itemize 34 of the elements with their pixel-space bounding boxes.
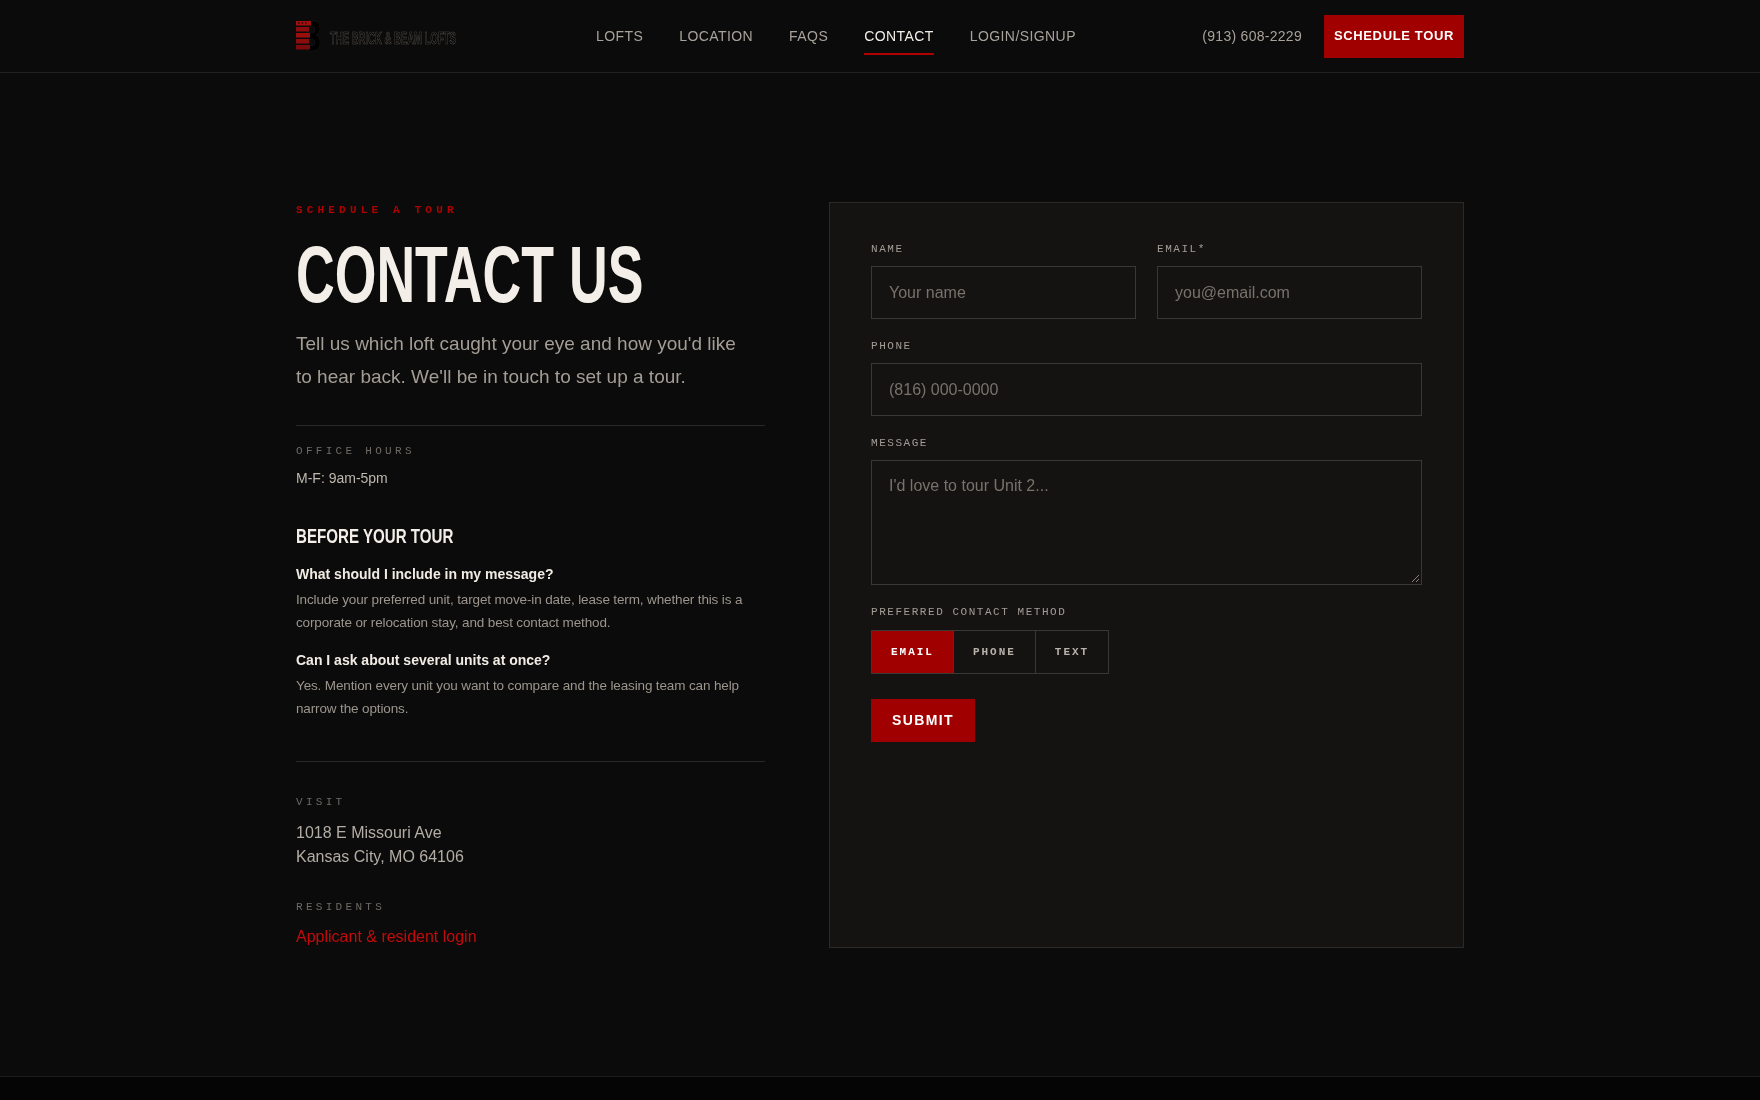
page-title: CONTACT US — [296, 235, 644, 315]
resize-grip-icon[interactable] — [1411, 574, 1419, 582]
faq-question: What should I include in my message? — [296, 565, 555, 584]
field-label: PREFERRED CONTACT METHOD — [871, 605, 1068, 620]
address-line: 1018 E Missouri Ave — [296, 823, 443, 843]
schedule-tour-button[interactable]: SCHEDULE TOUR — [1324, 14, 1464, 58]
logo-icon — [296, 20, 320, 52]
field-label: MESSAGE — [871, 436, 929, 451]
message-field[interactable]: I'd love to tour Unit 2... — [871, 460, 1422, 585]
section-label: RESIDENTS — [296, 900, 387, 914]
segmented-option[interactable]: EMAIL — [872, 631, 953, 673]
input-field[interactable]: Your name — [871, 266, 1136, 319]
input-field[interactable]: you@email.com — [1157, 266, 1422, 319]
field-label: NAME — [871, 242, 905, 257]
submit-button[interactable]: SUBMIT — [871, 699, 976, 742]
office-hours-text: M-F: 9am-5pm — [296, 469, 389, 488]
faq-answer: Include your preferred unit, target move-in date, lease term, whether this is a corporate or relocation stay, and best contact method. — [296, 591, 744, 632]
faq-answer: Yes. Mention every unit you want to compare and the leasing team can help narrow the options. — [296, 677, 740, 718]
nav-link[interactable]: CONTACT — [864, 17, 934, 55]
section-heading: BEFORE YOUR TOUR — [296, 523, 454, 549]
phone-link[interactable]: (913) 608-2229 — [1202, 25, 1302, 47]
address-line: Kansas City, MO 64106 — [296, 847, 465, 867]
field-label: PHONE — [871, 339, 913, 354]
eyebrow-text: SCHEDULE A TOUR — [296, 203, 459, 218]
field-label: EMAIL* — [1157, 242, 1207, 257]
nav-link[interactable]: LOCATION — [679, 17, 754, 55]
section-label: VISIT — [296, 795, 347, 809]
faq-question: Can I ask about several units at once? — [296, 651, 552, 670]
input-field[interactable]: (816) 000-0000 — [871, 363, 1422, 416]
nav-link[interactable]: LOGIN/SIGNUP — [969, 17, 1076, 55]
section-label: OFFICE HOURS — [296, 444, 416, 458]
nav-link[interactable]: FAQS — [789, 17, 829, 55]
intro-paragraph: Tell us which loft caught your eye and how you'd like to hear back. We'll be in touch to set up a tour. — [296, 332, 736, 389]
nav-link[interactable]: LOFTS — [596, 17, 644, 55]
